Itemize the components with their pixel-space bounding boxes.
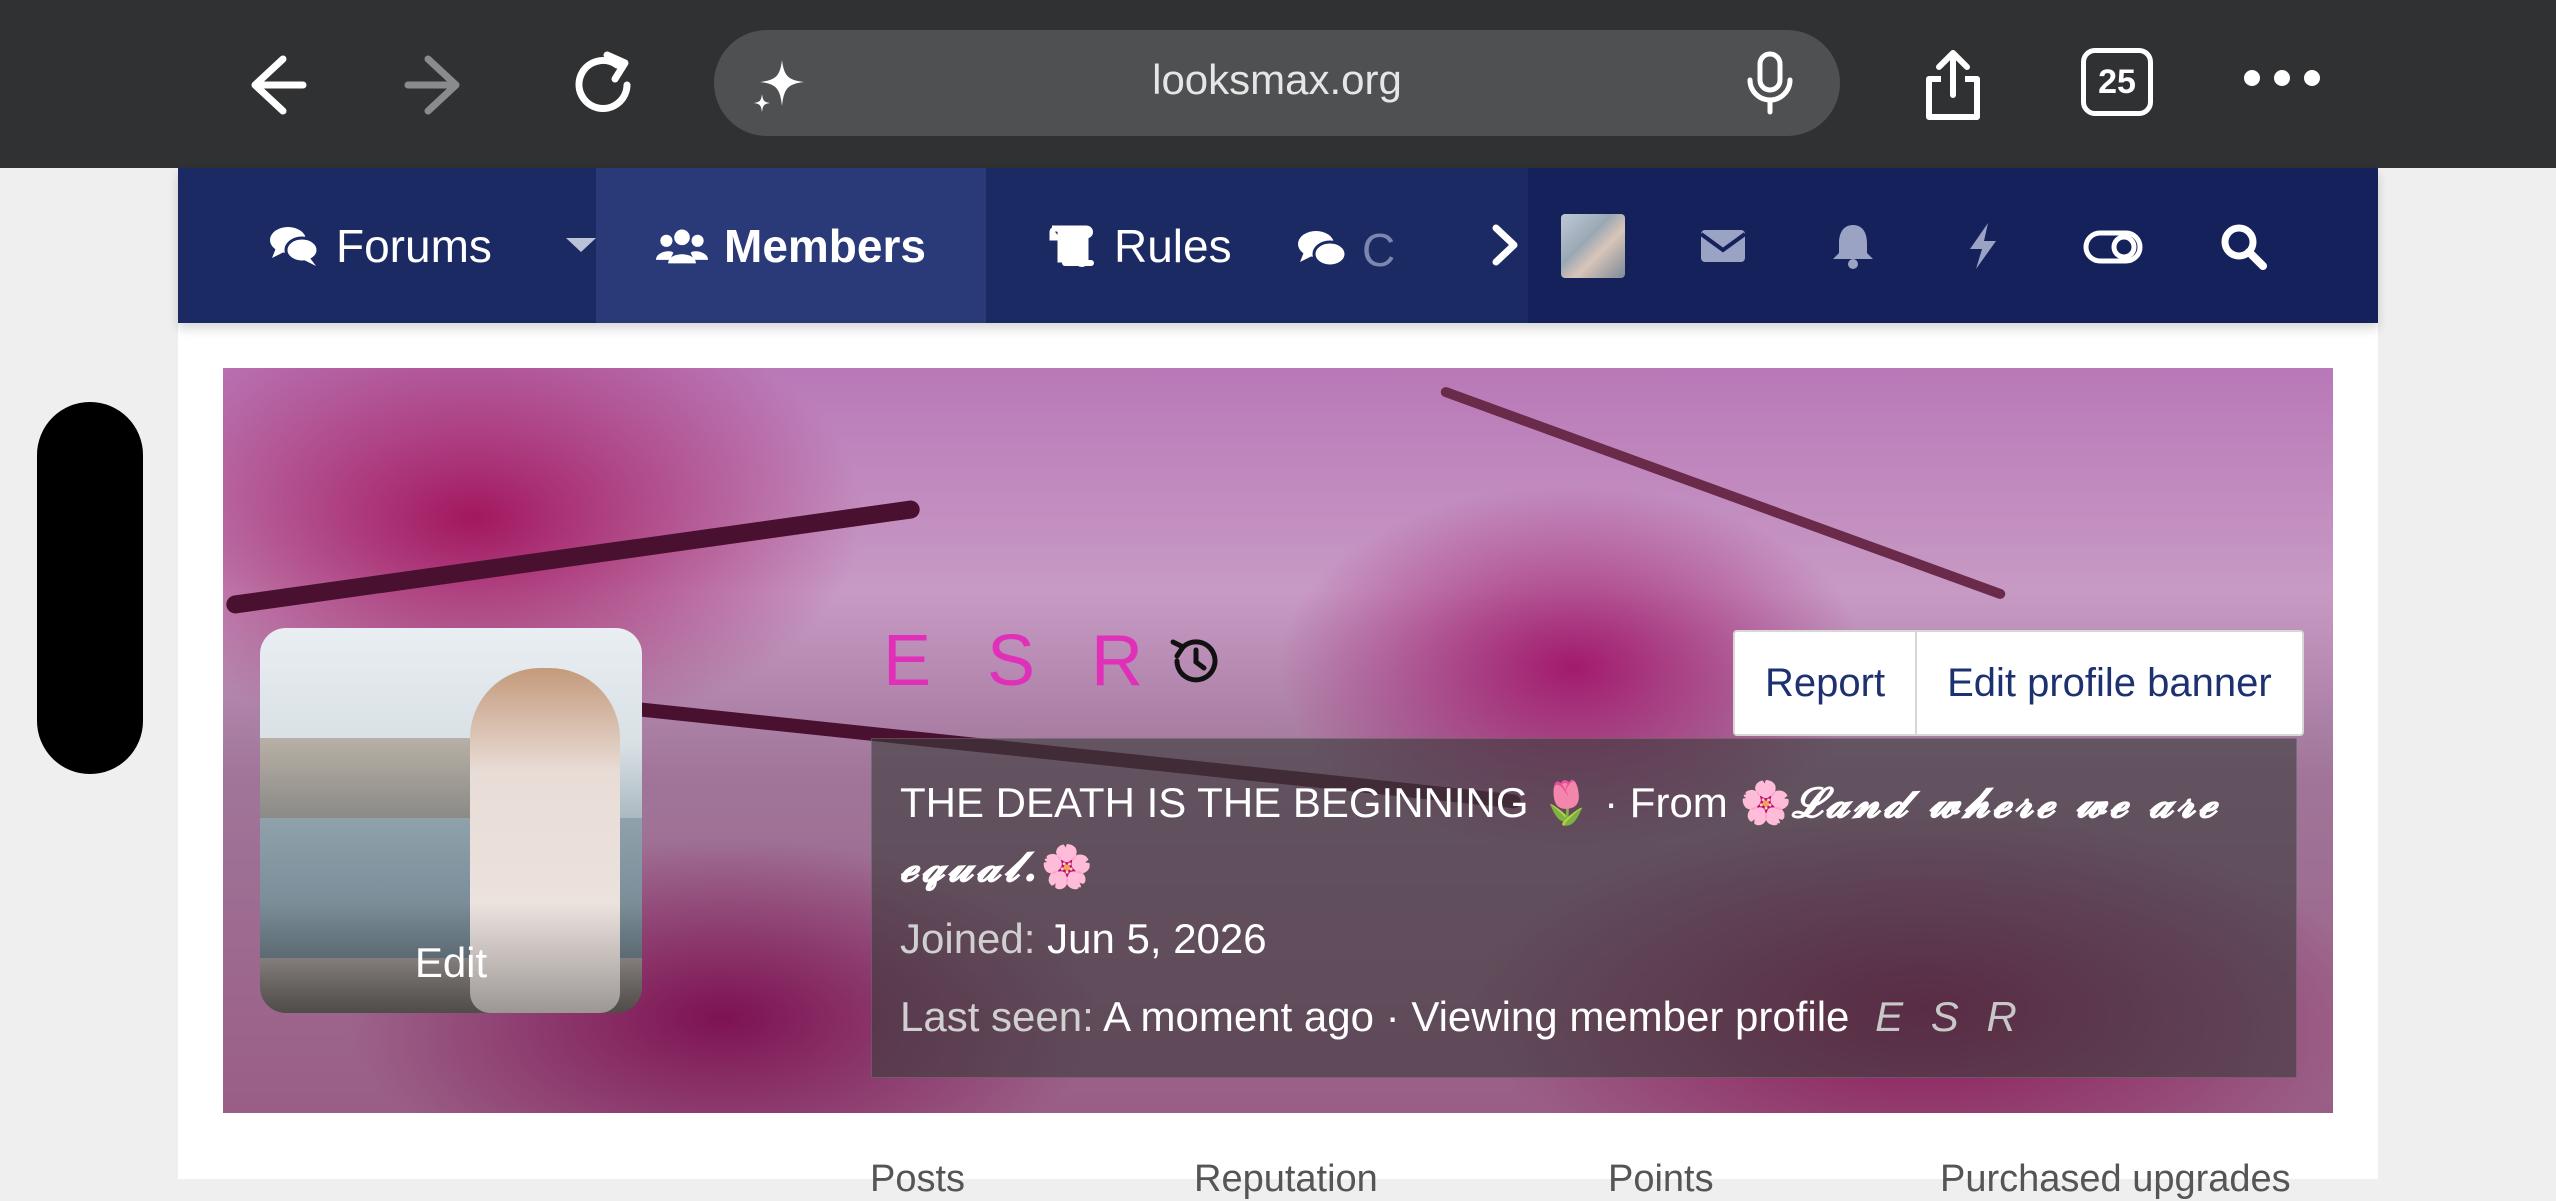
comments-icon — [270, 226, 320, 266]
username-text: E S R — [883, 621, 1162, 701]
last-seen-row: Last seen: A moment ago · Viewing member… — [900, 993, 2025, 1041]
profile-info-box: THE DEATH IS THE BEGINNING 🌷 · From 🌸𝓛𝓪𝓷… — [871, 738, 2297, 1078]
reload-icon[interactable] — [548, 30, 658, 140]
nav-members-label: Members — [724, 219, 926, 272]
last-seen-value: A moment ago · Viewing member profile — [1103, 993, 1850, 1040]
profile-avatar[interactable]: Edit — [260, 628, 642, 1013]
banner-branch — [1439, 385, 2007, 601]
bell-icon — [1833, 224, 1873, 269]
headline-suffix: 🌸 — [1040, 843, 1093, 890]
history-icon[interactable] — [1165, 630, 1227, 692]
page-content: Forums Members Rules C Edit E S R Report… — [178, 168, 2378, 1200]
chevron-right-icon[interactable] — [1480, 220, 1530, 270]
nav-account-bar — [1528, 168, 2378, 323]
nav-chat-label: C — [1362, 224, 1396, 276]
users-icon — [656, 229, 708, 263]
last-seen-label: Last seen: — [900, 993, 1094, 1040]
comments-icon — [1298, 231, 1348, 268]
toggle-icon — [2083, 230, 2143, 263]
sidebar-handle[interactable] — [37, 402, 143, 774]
stat-purchased-upgrades-label: Purchased upgrades — [1940, 1158, 2291, 1200]
main-nav: Forums Members Rules C — [178, 168, 2378, 323]
search-icon — [2221, 224, 2267, 270]
tabs-button[interactable]: 25 — [2081, 48, 2153, 116]
account-avatar-button[interactable] — [1528, 168, 1658, 323]
profile-banner: Edit E S R Report Edit profile banner TH… — [223, 368, 2333, 1113]
banner-branch — [225, 499, 921, 615]
alerts-button[interactable] — [1788, 168, 1918, 323]
nav-forums-label: Forums — [336, 219, 492, 272]
stat-posts-label: Posts — [870, 1158, 966, 1200]
report-button[interactable]: Report — [1735, 632, 1915, 734]
mic-icon[interactable] — [1740, 50, 1800, 116]
back-arrow-icon[interactable] — [218, 30, 328, 140]
forward-arrow-icon[interactable] — [383, 30, 493, 140]
avatar-thumbnail — [1561, 213, 1625, 278]
profile-actions: Report Edit profile banner — [1733, 630, 2304, 736]
avatar-edit-button[interactable]: Edit — [260, 903, 642, 1013]
more-icon[interactable] — [2244, 70, 2320, 86]
profile-username: E S R — [883, 620, 1227, 702]
nav-members[interactable]: Members — [596, 168, 986, 323]
joined-value: Jun 5, 2026 — [1047, 915, 1267, 962]
style-toggle-button[interactable] — [2048, 168, 2178, 323]
browser-toolbar: looksmax.org 25 — [0, 0, 2556, 168]
nav-rules-label: Rules — [1114, 219, 1232, 272]
nav-forums[interactable]: Forums — [178, 168, 596, 323]
joined-row: Joined: Jun 5, 2026 — [900, 915, 1267, 963]
last-seen-user-link[interactable]: E S R — [1875, 993, 2025, 1040]
share-icon[interactable] — [1898, 30, 2008, 140]
chevron-down-icon[interactable] — [566, 238, 596, 252]
inbox-button[interactable] — [1658, 168, 1788, 323]
headline-prefix: THE DEATH IS THE BEGINNING 🌷 · From 🌸 — [900, 779, 1792, 826]
stat-reputation-label: Reputation — [1194, 1158, 1378, 1200]
scroll-icon — [1049, 225, 1094, 267]
envelope-icon — [1699, 229, 1747, 262]
whats-new-button[interactable] — [1918, 168, 2048, 323]
url-text: looksmax.org — [1152, 56, 1402, 103]
bolt-icon — [1970, 222, 1996, 269]
address-bar[interactable]: looksmax.org — [714, 30, 1840, 136]
joined-label: Joined: — [900, 915, 1036, 962]
profile-headline: THE DEATH IS THE BEGINNING 🌷 · From 🌸𝓛𝓪𝓷… — [900, 771, 2256, 899]
avatar-buildings — [260, 738, 500, 818]
stat-points-label: Points — [1608, 1158, 1714, 1200]
nav-rules[interactable]: Rules — [986, 168, 1296, 323]
edit-profile-banner-button[interactable]: Edit profile banner — [1915, 632, 2302, 734]
search-button[interactable] — [2178, 168, 2308, 323]
